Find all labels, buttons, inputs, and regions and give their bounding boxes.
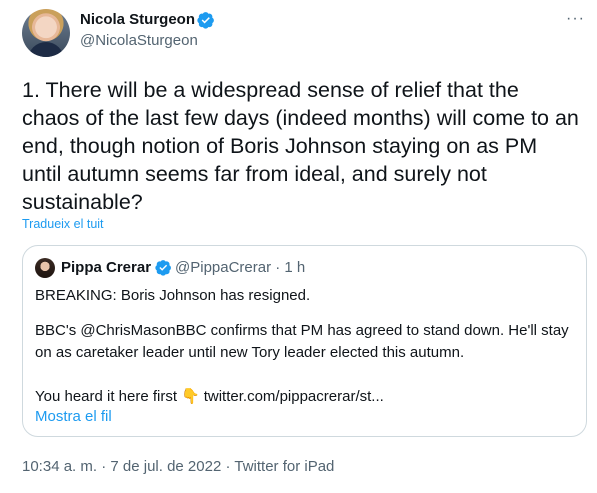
- show-thread-link[interactable]: Mostra el fil: [35, 408, 112, 425]
- quoted-text-line: You heard it here first 👇 twitter.com/pipp…: [35, 387, 384, 405]
- verified-badge-icon: [197, 12, 214, 29]
- quoted-link[interactable]: twitter.com/pippacrerar/st...: [204, 388, 384, 405]
- quoted-tweet[interactable]: Pippa Crerar @PippaCrerar · 1 h BREAKING…: [22, 245, 587, 437]
- quoted-text-line: BBC's @ChrisMasonBBC confirms that PM ha…: [35, 322, 569, 339]
- tweet-meta[interactable]: 10:34 a. m. · 7 de jul. de 2022 · Twitte…: [22, 458, 334, 475]
- author-handle[interactable]: @NicolaSturgeon: [80, 32, 198, 49]
- tweet: Nicola Sturgeon @NicolaSturgeon ··· 1. T…: [0, 0, 597, 493]
- quoted-text-line: on as caretaker leader until new Tory le…: [35, 344, 465, 361]
- tweet-text: 1. There will be a widespread sense of r…: [22, 78, 579, 214]
- quoted-author-name[interactable]: Pippa Crerar: [61, 259, 151, 276]
- quoted-avatar[interactable]: [35, 258, 55, 278]
- backhand-index-pointing-down-icon: 👇: [181, 388, 200, 405]
- quoted-text-fragment: You heard it here first: [35, 388, 178, 405]
- quoted-text-line: BREAKING: Boris Johnson has resigned.: [35, 287, 311, 304]
- avatar-suit: [28, 42, 64, 57]
- author-name[interactable]: Nicola Sturgeon: [80, 11, 195, 28]
- translate-link[interactable]: Tradueix el tuit: [22, 217, 104, 231]
- quoted-handle-time[interactable]: @PippaCrerar · 1 h: [175, 259, 305, 276]
- verified-badge-icon: [155, 260, 171, 276]
- more-options-icon[interactable]: ···: [566, 10, 585, 28]
- avatar[interactable]: [22, 9, 70, 57]
